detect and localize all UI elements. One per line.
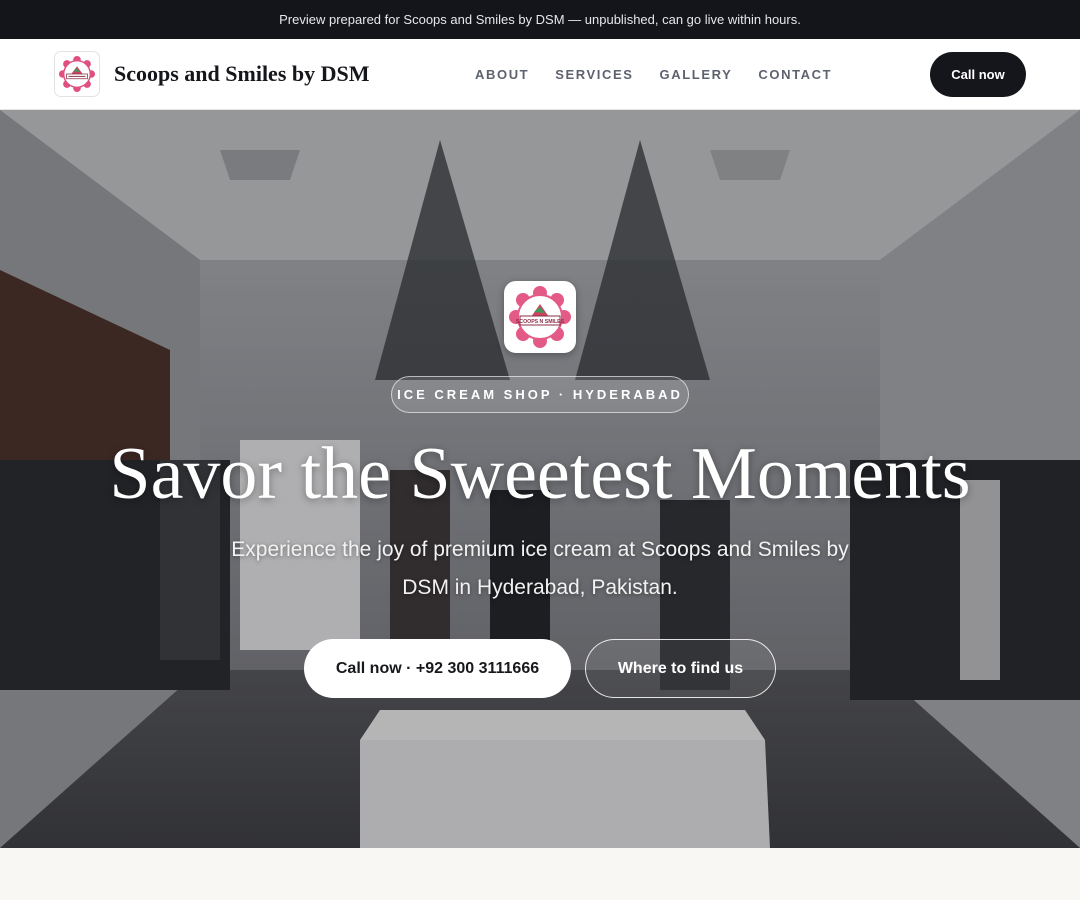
brand[interactable]: Scoops and Smiles by DSM <box>54 51 370 97</box>
header-call-button[interactable]: Call now <box>930 52 1026 97</box>
nav-services[interactable]: SERVICES <box>555 67 633 82</box>
site-header: Scoops and Smiles by DSM ABOUT SERVICES … <box>0 39 1080 110</box>
brand-name: Scoops and Smiles by DSM <box>114 61 370 86</box>
main-nav: ABOUT SERVICES GALLERY CONTACT <box>475 39 832 109</box>
preview-banner-text: Preview prepared for Scoops and Smiles b… <box>279 12 801 27</box>
hero-section: SCOOPS N SMILES ICE CREAM SHOP · HYDERAB… <box>0 110 1080 848</box>
hero-location-button[interactable]: Where to find us <box>585 639 776 698</box>
hero-logo-icon: SCOOPS N SMILES <box>504 281 576 353</box>
hero-category-tag: ICE CREAM SHOP · HYDERABAD <box>391 376 689 413</box>
brand-logo-icon <box>54 51 100 97</box>
hero-call-button[interactable]: Call now · +92 300 3111666 <box>304 639 571 698</box>
hero-headline: Savor the Sweetest Moments <box>109 433 971 515</box>
svg-text:SCOOPS N SMILES: SCOOPS N SMILES <box>516 319 565 325</box>
nav-gallery[interactable]: GALLERY <box>660 67 733 82</box>
hero-subtitle: Experience the joy of premium ice cream … <box>231 538 849 599</box>
nav-contact[interactable]: CONTACT <box>758 67 832 82</box>
preview-banner: Preview prepared for Scoops and Smiles b… <box>0 0 1080 39</box>
nav-about[interactable]: ABOUT <box>475 67 529 82</box>
